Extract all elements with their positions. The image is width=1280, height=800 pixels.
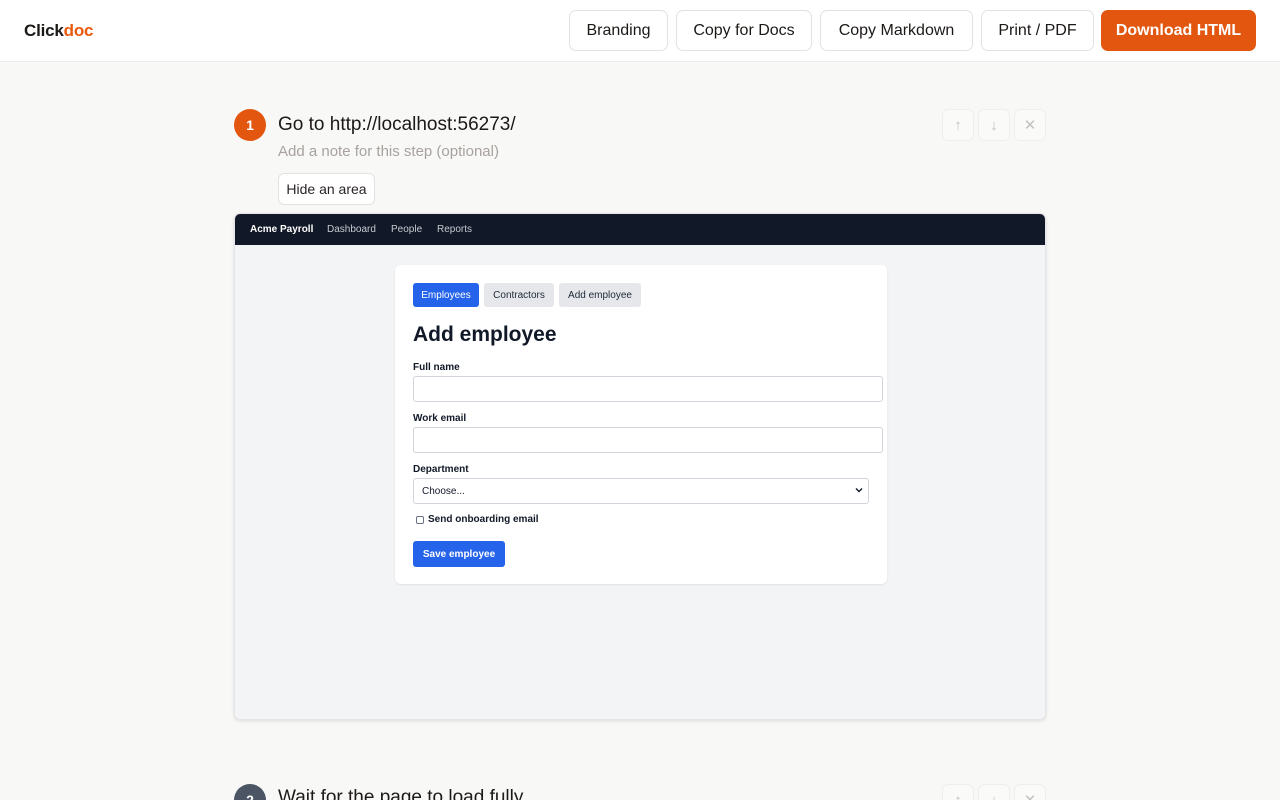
nav-link-people: People (391, 224, 423, 235)
save-employee-button: Save employee (413, 541, 505, 567)
copy-for-docs-button[interactable]: Copy for Docs (676, 10, 812, 51)
tab-employees: Employees (413, 283, 479, 307)
work-email-field (413, 427, 883, 453)
clickdoc-logo[interactable]: Clickdoc (24, 21, 93, 41)
step-title[interactable]: Go to http://localhost:56273/ (278, 114, 516, 136)
nav-link-dashboard: Dashboard (327, 224, 376, 235)
logo-text-doc: doc (63, 21, 94, 40)
move-down-icon[interactable]: ↓ (978, 109, 1010, 141)
work-email-label: Work email (413, 413, 467, 424)
onboarding-checkbox (416, 516, 424, 524)
delete-step-icon[interactable]: ✕ (1014, 109, 1046, 141)
onboarding-checkbox-label: Send onboarding email (428, 514, 539, 525)
step-number-badge: 2 (234, 784, 266, 800)
step-note-input[interactable]: Add a note for this step (optional) (278, 143, 499, 160)
step-number-badge: 1 (234, 109, 266, 141)
full-name-field (413, 376, 883, 402)
copy-markdown-button[interactable]: Copy Markdown (820, 10, 973, 51)
hide-area-button[interactable]: Hide an area (278, 173, 375, 205)
move-up-icon[interactable]: ↑ (942, 109, 974, 141)
form-heading: Add employee (413, 323, 557, 346)
top-bar: Clickdoc Branding Copy for Docs Copy Mar… (0, 0, 1280, 62)
department-select: Choose... (413, 478, 869, 504)
delete-step-icon[interactable]: ✕ (1014, 784, 1046, 800)
step-screenshot: Acme Payroll Dashboard People Reports Em… (234, 213, 1046, 720)
move-down-icon[interactable]: ↓ (978, 784, 1010, 800)
tab-add-employee: Add employee (559, 283, 641, 307)
tab-contractors: Contractors (484, 283, 554, 307)
nav-link-reports: Reports (437, 224, 473, 235)
full-name-label: Full name (413, 362, 460, 373)
form-card: Employees Contractors Add employee Add e… (395, 265, 887, 584)
department-value: Choose... (422, 485, 465, 497)
move-up-icon[interactable]: ↑ (942, 784, 974, 800)
logo-text-click: Click (24, 21, 64, 40)
app-brand: Acme Payroll (250, 224, 314, 235)
app-navbar: Acme Payroll Dashboard People Reports (235, 214, 1045, 245)
download-html-button[interactable]: Download HTML (1101, 10, 1256, 51)
step-title[interactable]: Wait for the page to load fully (278, 787, 523, 800)
department-label: Department (413, 464, 469, 475)
print-pdf-button[interactable]: Print / PDF (981, 10, 1094, 51)
branding-button[interactable]: Branding (569, 10, 668, 51)
chevron-down-icon (855, 488, 863, 493)
